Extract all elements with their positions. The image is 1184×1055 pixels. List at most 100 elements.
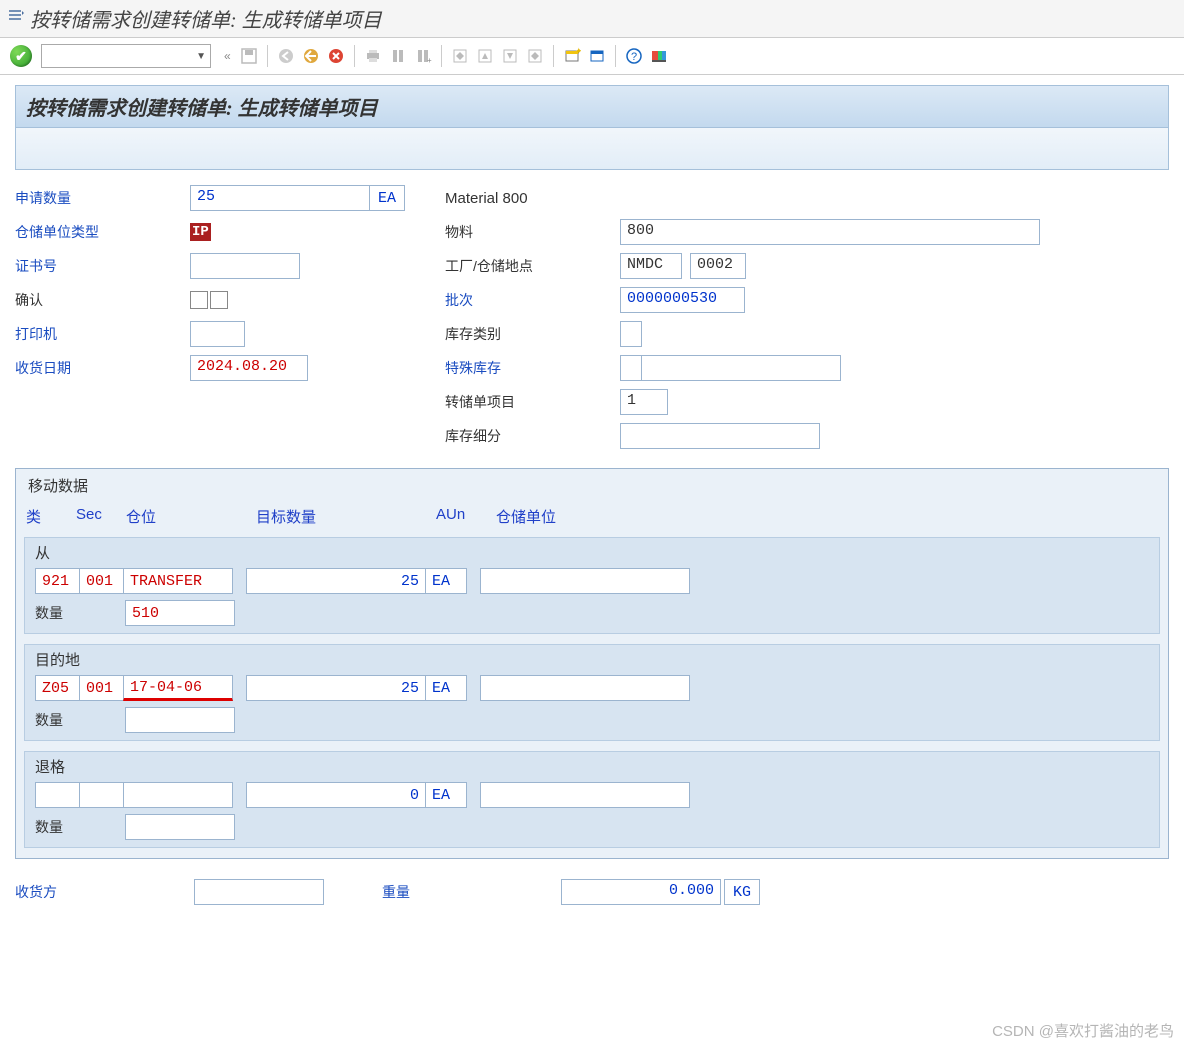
to-item-input[interactable]: 1: [620, 389, 668, 415]
request-qty-input[interactable]: 25: [190, 185, 370, 211]
ship-to-input[interactable]: [194, 879, 324, 905]
special-stock-input-2[interactable]: [641, 355, 841, 381]
dest-qty[interactable]: [125, 707, 235, 733]
dest-qty-label: 数量: [35, 710, 125, 730]
customize-icon[interactable]: [648, 45, 670, 67]
confirm-label: 确认: [15, 290, 190, 310]
weight-label: 重量: [382, 882, 557, 902]
save-icon[interactable]: [238, 45, 260, 67]
plant-input[interactable]: NMDC: [620, 253, 682, 279]
from-qty[interactable]: 510: [125, 600, 235, 626]
from-type[interactable]: 921: [35, 568, 80, 594]
col-su: 仓储单位: [496, 506, 616, 527]
first-page-icon[interactable]: [449, 45, 471, 67]
bottom-row: 收货方 重量 0.000 KG: [15, 863, 1169, 921]
from-aun: EA: [425, 568, 467, 594]
col-target-qty: 目标数量: [256, 506, 436, 527]
gr-date-label: 收货日期: [15, 358, 190, 378]
request-qty-unit: EA: [369, 185, 405, 211]
from-su[interactable]: [480, 568, 690, 594]
stock-segment-input[interactable]: [620, 423, 820, 449]
printer-input[interactable]: [190, 321, 245, 347]
dest-target-qty[interactable]: 25: [246, 675, 426, 701]
col-bin: 仓位: [126, 506, 256, 527]
help-icon[interactable]: ?: [623, 45, 645, 67]
weight-unit: KG: [724, 879, 760, 905]
movement-panel: 移动数据 类 Sec 仓位 目标数量 AUn 仓储单位 从 921 001 TR…: [15, 468, 1169, 859]
prev-page-icon[interactable]: [474, 45, 496, 67]
next-page-icon[interactable]: [499, 45, 521, 67]
return-panel: 退格 0 EA 数量: [24, 751, 1160, 848]
plant-label: 工厂/仓储地点: [445, 256, 620, 276]
movement-panel-title: 移动数据: [16, 469, 1168, 502]
return-qty[interactable]: [125, 814, 235, 840]
from-sec[interactable]: 001: [79, 568, 124, 594]
weight-input[interactable]: 0.000: [561, 879, 721, 905]
enter-button[interactable]: ✔: [10, 45, 32, 67]
command-field[interactable]: ▼: [41, 44, 211, 68]
find-next-icon[interactable]: +: [412, 45, 434, 67]
sub-toolbar: [15, 128, 1169, 170]
return-type[interactable]: [35, 782, 80, 808]
history-icon[interactable]: «: [224, 49, 231, 63]
confirm-checkbox-2[interactable]: [210, 291, 228, 309]
svg-text:+: +: [427, 56, 432, 65]
window-titlebar: 按转储需求创建转储单: 生成转储单项目: [0, 0, 1184, 38]
dest-panel: 目的地 Z05 001 17-04-06 25 EA 数量: [24, 644, 1160, 741]
from-label: 从: [25, 538, 1159, 565]
dest-bin[interactable]: 17-04-06: [123, 675, 233, 701]
page-title: 按转储需求创建转储单: 生成转储单项目: [15, 85, 1169, 128]
svg-text:✦: ✦: [575, 47, 581, 56]
confirm-checkbox-1[interactable]: [190, 291, 208, 309]
storage-unit-type-badge[interactable]: IP: [190, 223, 211, 241]
find-icon[interactable]: [387, 45, 409, 67]
stock-cat-input[interactable]: [620, 321, 642, 347]
return-bin[interactable]: [123, 782, 233, 808]
return-aun: EA: [425, 782, 467, 808]
cancel-icon[interactable]: [325, 45, 347, 67]
special-stock-label: 特殊库存: [445, 358, 620, 378]
return-qty-label: 数量: [35, 817, 125, 837]
certificate-input[interactable]: [190, 253, 300, 279]
col-type: 类: [26, 506, 76, 527]
from-panel: 从 921 001 TRANSFER 25 EA 数量 510: [24, 537, 1160, 634]
exit-icon[interactable]: [300, 45, 322, 67]
dest-type[interactable]: Z05: [35, 675, 80, 701]
to-item-label: 转储单项目: [445, 392, 620, 412]
storage-loc-input[interactable]: 0002: [690, 253, 746, 279]
return-target-qty[interactable]: 0: [246, 782, 426, 808]
col-sec: Sec: [76, 506, 126, 527]
col-aun: AUn: [436, 506, 496, 527]
printer-label: 打印机: [15, 324, 190, 344]
return-su[interactable]: [480, 782, 690, 808]
from-bin[interactable]: TRANSFER: [123, 568, 233, 594]
dest-label: 目的地: [25, 645, 1159, 672]
dest-sec[interactable]: 001: [79, 675, 124, 701]
main-toolbar: ✔ ▼ « + ✦ ?: [0, 38, 1184, 75]
gr-date-input[interactable]: 2024.08.20: [190, 355, 308, 381]
svg-text:?: ?: [631, 51, 637, 63]
last-page-icon[interactable]: [524, 45, 546, 67]
return-sec[interactable]: [79, 782, 124, 808]
batch-label: 批次: [445, 290, 620, 310]
storage-unit-type-label: 仓储单位类型: [15, 222, 190, 242]
new-session-icon[interactable]: ✦: [561, 45, 583, 67]
form-area: 申请数量 25 EA 仓储单位类型 IP 证书号 确认 打印机: [15, 170, 1169, 462]
menu-icon[interactable]: [8, 10, 24, 27]
batch-input[interactable]: 0000000530: [620, 287, 745, 313]
from-qty-label: 数量: [35, 603, 125, 623]
material-label: 物料: [445, 222, 620, 242]
back-icon[interactable]: [275, 45, 297, 67]
layout-icon[interactable]: [586, 45, 608, 67]
request-qty-label: 申请数量: [15, 188, 190, 208]
certificate-label: 证书号: [15, 256, 190, 276]
dest-su[interactable]: [480, 675, 690, 701]
ship-to-label: 收货方: [15, 882, 190, 902]
from-target-qty[interactable]: 25: [246, 568, 426, 594]
material-header: Material 800: [445, 190, 528, 207]
material-input[interactable]: 800: [620, 219, 1040, 245]
movement-columns: 类 Sec 仓位 目标数量 AUn 仓储单位: [16, 502, 1168, 533]
print-icon[interactable]: [362, 45, 384, 67]
window-title: 按转储需求创建转储单: 生成转储单项目: [30, 4, 382, 33]
special-stock-input[interactable]: [620, 355, 642, 381]
